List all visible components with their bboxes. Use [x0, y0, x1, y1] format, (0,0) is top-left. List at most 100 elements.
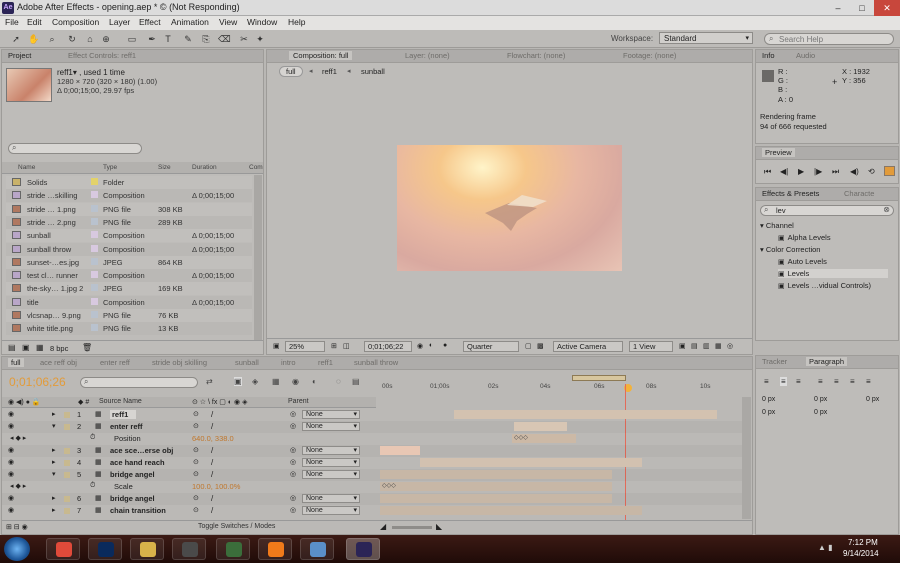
menu-layer[interactable]: Layer — [109, 17, 130, 27]
tab-info[interactable]: Info — [762, 51, 775, 60]
property-value[interactable]: 640.0, 338.0 — [192, 434, 234, 443]
pan-behind-icon[interactable]: ⊕ — [100, 33, 112, 45]
eye-icon[interactable]: ◉ — [8, 470, 14, 478]
quality-switch-icon[interactable]: / — [211, 494, 213, 503]
collapse-transform-icon[interactable]: ⊙ — [193, 410, 199, 418]
keyframe-nav-icon[interactable]: ◂ ◆ ▸ — [10, 482, 26, 490]
resolution-dropdown[interactable]: Quarter — [463, 341, 519, 352]
layer-duration-bar[interactable] — [380, 446, 420, 455]
tray-icons[interactable]: ▲ ▮ — [818, 543, 833, 552]
layer-duration-bar[interactable] — [380, 482, 612, 491]
align-right-icon[interactable]: ≡ — [796, 377, 801, 386]
timeline-tab[interactable]: full — [8, 358, 24, 367]
brush-icon[interactable]: ✎ — [182, 33, 194, 45]
menu-effect[interactable]: Effect — [139, 17, 161, 27]
align-center-icon[interactable]: ≡ — [780, 377, 787, 386]
parent-dropdown[interactable]: None ▾ — [302, 458, 360, 467]
project-item[interactable]: sunset-…es.jpg JPEG 864 KB — [6, 255, 252, 269]
label-swatch[interactable] — [64, 424, 70, 430]
pickwhip-icon[interactable]: ◎ — [290, 506, 296, 514]
layer-name[interactable]: ace hand reach — [110, 458, 165, 467]
timeline-tab[interactable]: ace reff obj — [40, 358, 77, 367]
project-item[interactable]: sunball Composition Δ 0;00;15;00 — [6, 229, 252, 243]
keyframe-icon[interactable]: ◇◇◇ — [382, 482, 396, 489]
tab-effects-presets[interactable]: Effects & Presets — [762, 189, 819, 198]
pickwhip-icon[interactable]: ◎ — [290, 410, 296, 418]
fast-previews-icon[interactable]: ▤ — [691, 342, 698, 350]
tab-audio[interactable]: Audio — [796, 51, 815, 60]
grid-icon[interactable]: ⊞ — [331, 342, 337, 350]
tab-composition[interactable]: Composition: full — [289, 51, 353, 60]
eye-icon[interactable]: ◉ — [8, 494, 14, 502]
mute-icon[interactable]: ◀) — [850, 167, 859, 176]
timeline-tab[interactable]: sunball — [235, 358, 259, 367]
layer-duration-bar[interactable] — [380, 470, 612, 479]
project-scrollbar[interactable] — [254, 175, 262, 340]
eye-icon[interactable]: ◉ — [8, 446, 14, 454]
parent-dropdown[interactable]: None ▾ — [302, 410, 360, 419]
project-item[interactable]: Solids Folder — [6, 176, 252, 189]
collapse-transform-icon[interactable]: ⊙ — [193, 506, 199, 514]
graph-editor-icon[interactable]: ◌ — [336, 377, 341, 386]
label-swatch[interactable] — [91, 271, 98, 279]
magnification-dropdown[interactable]: 25% — [285, 341, 325, 352]
timeline-tab[interactable]: stride obj skilling — [152, 358, 207, 367]
project-search-input[interactable]: ⌕ — [8, 143, 142, 154]
tab-flowchart[interactable]: Flowchart: (none) — [507, 51, 565, 60]
justify-last-right-icon[interactable]: ≡ — [850, 377, 855, 386]
last-frame-icon[interactable]: ⏭ — [832, 167, 839, 177]
clock-date[interactable]: 9/14/2014 — [843, 549, 879, 558]
layer-duration-bar[interactable] — [420, 458, 642, 467]
project-item[interactable]: the-sky… 1.jpg 2 JPEG 169 KB — [6, 282, 252, 296]
toggle-switches-modes[interactable]: Toggle Switches / Modes — [198, 523, 275, 530]
property-row[interactable]: ◂ ◆ ▸ ⏱ Position 640.0, 338.0 ◇◇◇ — [2, 433, 742, 445]
workspace-dropdown[interactable]: Standard ▾ — [659, 32, 753, 44]
layer-name[interactable]: bridge angel — [110, 470, 155, 479]
timeline-tab[interactable]: enter reff — [100, 358, 130, 367]
taskbar-app[interactable] — [258, 538, 292, 560]
type-icon[interactable]: T — [162, 33, 174, 45]
collapse-transform-icon[interactable]: ⊙ — [193, 446, 199, 454]
project-item[interactable]: title Composition Δ 0;00;15;00 — [6, 295, 252, 309]
timeline-search-input[interactable]: ⌕ — [80, 377, 198, 388]
label-swatch[interactable] — [91, 244, 98, 252]
brainstorm-icon[interactable]: ◐ — [312, 377, 317, 386]
flowchart-icon[interactable]: ▦ — [715, 342, 722, 350]
mask-icon[interactable]: ◫ — [343, 342, 350, 350]
project-item[interactable]: sunball throw Composition Δ 0;00;15;00 — [6, 242, 252, 256]
label-swatch[interactable] — [91, 204, 98, 212]
zoom-out-icon[interactable]: ◢ — [380, 522, 386, 531]
toggle-pixel-aspect-icon[interactable]: ▣ — [679, 342, 686, 350]
menu-animation[interactable]: Animation — [171, 17, 209, 27]
menu-view[interactable]: View — [219, 17, 237, 27]
property-value[interactable]: 100.0, 100.0% — [192, 482, 240, 491]
delete-icon[interactable]: 🗑 — [82, 343, 92, 352]
label-swatch[interactable] — [91, 217, 98, 225]
breadcrumb-sunball[interactable]: sunball — [361, 67, 385, 76]
stopwatch-icon[interactable]: ⏱ — [90, 434, 95, 442]
justify-all-icon[interactable]: ≡ — [866, 377, 871, 386]
quality-switch-icon[interactable]: / — [211, 422, 213, 431]
label-swatch[interactable] — [64, 448, 70, 454]
align-left-icon[interactable]: ≡ — [764, 377, 769, 386]
label-swatch[interactable] — [91, 191, 98, 199]
rotate-icon[interactable]: ↻ — [66, 33, 78, 45]
layer-duration-bar[interactable] — [380, 494, 612, 503]
col-comment[interactable]: Com — [249, 164, 263, 171]
selection-icon[interactable]: ➚ — [10, 33, 22, 45]
prev-frame-icon[interactable]: ◀| — [780, 167, 788, 176]
eraser-icon[interactable]: ⌫ — [218, 33, 231, 45]
quality-switch-icon[interactable]: / — [211, 470, 213, 479]
tab-effect-controls[interactable]: Effect Controls: reff1 — [68, 51, 136, 60]
project-item[interactable]: stride …skilling Composition Δ 0;00;15;00 — [6, 189, 252, 203]
menu-window[interactable]: Window — [247, 17, 277, 27]
layer-row[interactable]: ◉ ▸ 4 ▦ ace hand reach ⊙ / ◎ None ▾ — [2, 457, 742, 469]
view-layout-dropdown[interactable]: 1 View — [629, 341, 673, 352]
clock-time[interactable]: 7:12 PM — [848, 538, 878, 547]
layer-row[interactable]: ◉ ▸ 3 ▦ ace sce…erse obj ⊙ / ◎ None ▾ — [2, 445, 742, 457]
timeline-tab[interactable]: reff1 — [318, 358, 333, 367]
eye-icon[interactable]: ◉ — [8, 458, 14, 466]
label-swatch[interactable] — [91, 178, 98, 185]
minimize-button[interactable]: – — [826, 0, 850, 16]
new-composition-icon[interactable]: ▦ — [36, 343, 44, 352]
